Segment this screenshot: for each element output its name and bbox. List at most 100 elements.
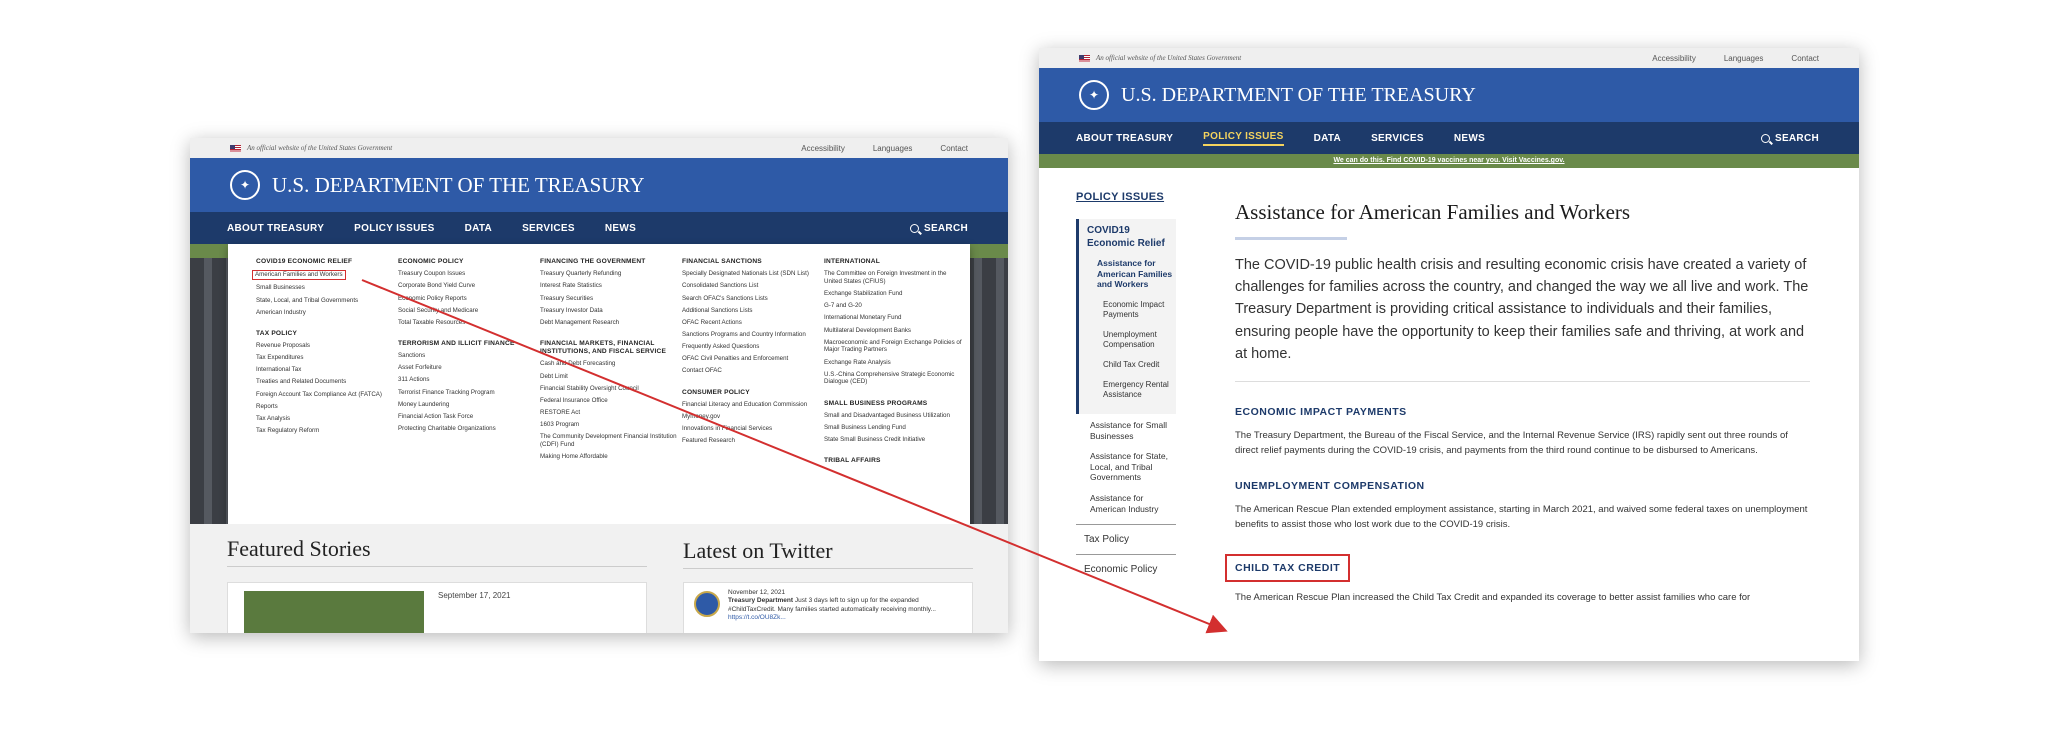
mega-menu-link[interactable]: Small Businesses bbox=[256, 284, 305, 291]
sidebar-item-economic-policy[interactable]: Economic Policy bbox=[1076, 554, 1176, 584]
sidebar-subitem-unemployment[interactable]: Unemployment Compensation bbox=[1103, 330, 1176, 350]
mega-menu-section-title[interactable]: TERRORISM AND ILLICIT FINANCE bbox=[398, 340, 540, 348]
mega-menu-section-title[interactable]: COVID19 ECONOMIC RELIEF bbox=[256, 258, 398, 266]
mega-menu-link[interactable]: Search OFAC's Sanctions Lists bbox=[682, 295, 768, 302]
mega-menu-link[interactable]: Federal Insurance Office bbox=[540, 397, 608, 404]
nav-news[interactable]: NEWS bbox=[1454, 133, 1485, 144]
mega-menu-link-american-families-highlighted[interactable]: American Families and Workers bbox=[252, 270, 346, 280]
mega-menu-link[interactable]: State, Local, and Tribal Governments bbox=[256, 297, 358, 304]
contact-link[interactable]: Contact bbox=[940, 144, 968, 153]
mega-menu-link[interactable]: Additional Sanctions Lists bbox=[682, 307, 753, 314]
treasury-seal-icon[interactable]: ✦ bbox=[230, 170, 260, 200]
mega-menu-link[interactable]: Protecting Charitable Organizations bbox=[398, 425, 496, 432]
mega-menu-link[interactable]: Treaties and Related Documents bbox=[256, 378, 346, 385]
vaccine-banner-link[interactable]: We can do this. Find COVID-19 vaccines n… bbox=[1039, 154, 1859, 168]
mega-menu-section-title[interactable]: INTERNATIONAL bbox=[824, 258, 966, 266]
mega-menu-link[interactable]: Terrorist Finance Tracking Program bbox=[398, 389, 495, 396]
mega-menu-link[interactable]: 311 Actions bbox=[398, 376, 430, 383]
nav-about-treasury[interactable]: ABOUT TREASURY bbox=[1076, 133, 1173, 144]
mega-menu-link[interactable]: Debt Limit bbox=[540, 373, 568, 380]
tweet-card[interactable]: November 12, 2021 Treasury Department Ju… bbox=[683, 582, 973, 633]
mega-menu-link[interactable]: International Monetary Fund bbox=[824, 314, 901, 321]
sidebar-subitem-rental-assistance[interactable]: Emergency Rental Assistance bbox=[1103, 380, 1176, 400]
mega-menu-link[interactable]: Macroeconomic and Foreign Exchange Polic… bbox=[824, 339, 962, 354]
nav-policy-issues[interactable]: POLICY ISSUES bbox=[354, 223, 434, 234]
mega-menu-link[interactable]: Sanctions Programs and Country Informati… bbox=[682, 331, 806, 338]
sidebar-item-tax-policy[interactable]: Tax Policy bbox=[1076, 524, 1176, 554]
mega-menu-link[interactable]: Small and Disadvantaged Business Utiliza… bbox=[824, 412, 950, 419]
search-button[interactable]: SEARCH bbox=[909, 223, 968, 234]
languages-link[interactable]: Languages bbox=[1724, 54, 1764, 63]
mega-menu-link[interactable]: Cash and Debt Forecasting bbox=[540, 360, 615, 367]
site-title[interactable]: U.S. DEPARTMENT OF THE TREASURY bbox=[1121, 84, 1476, 107]
mega-menu-link[interactable]: G-7 and G-20 bbox=[824, 302, 862, 309]
mega-menu-section-title[interactable]: FINANCING THE GOVERNMENT bbox=[540, 258, 682, 266]
mega-menu-link[interactable]: OFAC Recent Actions bbox=[682, 319, 742, 326]
nav-news[interactable]: NEWS bbox=[605, 223, 636, 234]
mega-menu-link[interactable]: Featured Research bbox=[682, 437, 735, 444]
sidebar-item-current-page[interactable]: Assistance for American Families and Wor… bbox=[1097, 258, 1176, 290]
mega-menu-link[interactable]: Foreign Account Tax Compliance Act (FATC… bbox=[256, 391, 382, 398]
mega-menu-link[interactable]: Revenue Proposals bbox=[256, 342, 310, 349]
featured-story-card[interactable]: September 17, 2021 bbox=[227, 582, 647, 633]
mega-menu-section-title[interactable]: TRIBAL AFFAIRS bbox=[824, 457, 966, 465]
mega-menu-link[interactable]: Making Home Affordable bbox=[540, 453, 608, 460]
mega-menu-link[interactable]: American Industry bbox=[256, 309, 306, 316]
sidebar-item-covid19-relief[interactable]: COVID19 Economic Relief bbox=[1087, 225, 1176, 250]
mega-menu-link[interactable]: Financial Stability Oversight Council bbox=[540, 385, 639, 392]
mega-menu-section-title[interactable]: TAX POLICY bbox=[256, 330, 398, 338]
sidebar-subitem-economic-impact[interactable]: Economic Impact Payments bbox=[1103, 300, 1176, 320]
mega-menu-link[interactable]: Treasury Securities bbox=[540, 295, 593, 302]
mega-menu-section-title[interactable]: FINANCIAL SANCTIONS bbox=[682, 258, 824, 266]
mega-menu-link[interactable]: Reports bbox=[256, 403, 278, 410]
mega-menu-link[interactable]: The Community Development Financial Inst… bbox=[540, 433, 677, 448]
mega-menu-section-title[interactable]: FINANCIAL MARKETS, FINANCIAL INSTITUTION… bbox=[540, 340, 682, 356]
mega-menu-link[interactable]: Exchange Rate Analysis bbox=[824, 359, 891, 366]
mega-menu-link[interactable]: Financial Action Task Force bbox=[398, 413, 473, 420]
mega-menu-link[interactable]: Consolidated Sanctions List bbox=[682, 282, 758, 289]
mega-menu-link[interactable]: Small Business Lending Fund bbox=[824, 424, 906, 431]
sidebar-item-state-local-tribal[interactable]: Assistance for State, Local, and Tribal … bbox=[1076, 451, 1176, 493]
mega-menu-link[interactable]: Exchange Stabilization Fund bbox=[824, 290, 902, 297]
mega-menu-link[interactable]: Treasury Investor Data bbox=[540, 307, 603, 314]
mega-menu-link[interactable]: Tax Regulatory Reform bbox=[256, 427, 319, 434]
mega-menu-section-title[interactable]: SMALL BUSINESS PROGRAMS bbox=[824, 400, 966, 408]
mega-menu-link[interactable]: Mymoney.gov bbox=[682, 413, 720, 420]
nav-policy-issues[interactable]: POLICY ISSUES bbox=[1203, 131, 1284, 146]
mega-menu-link[interactable]: Multilateral Development Banks bbox=[824, 327, 911, 334]
mega-menu-link[interactable]: Innovations in Financial Services bbox=[682, 425, 772, 432]
mega-menu-link[interactable]: Corporate Bond Yield Curve bbox=[398, 282, 475, 289]
mega-menu-link[interactable]: Social Security and Medicare bbox=[398, 307, 478, 314]
nav-services[interactable]: SERVICES bbox=[522, 223, 575, 234]
languages-link[interactable]: Languages bbox=[873, 144, 913, 153]
mega-menu-link[interactable]: The Committee on Foreign Investment in t… bbox=[824, 270, 946, 285]
site-title[interactable]: U.S. DEPARTMENT OF THE TREASURY bbox=[272, 173, 645, 198]
mega-menu-section-title[interactable]: CONSUMER POLICY bbox=[682, 389, 824, 397]
mega-menu-link[interactable]: OFAC Civil Penalties and Enforcement bbox=[682, 355, 788, 362]
accessibility-link[interactable]: Accessibility bbox=[801, 144, 845, 153]
mega-menu-link[interactable]: Tax Expenditures bbox=[256, 354, 303, 361]
mega-menu-link[interactable]: Sanctions bbox=[398, 352, 425, 359]
mega-menu-link[interactable]: Total Taxable Resources bbox=[398, 319, 465, 326]
nav-about-treasury[interactable]: ABOUT TREASURY bbox=[227, 223, 324, 234]
mega-menu-link[interactable]: Interest Rate Statistics bbox=[540, 282, 602, 289]
mega-menu-link[interactable]: Financial Literacy and Education Commiss… bbox=[682, 401, 807, 408]
mega-menu-link[interactable]: U.S.-China Comprehensive Strategic Econo… bbox=[824, 371, 954, 386]
mega-menu-link[interactable]: Economic Policy Reports bbox=[398, 295, 467, 302]
accessibility-link[interactable]: Accessibility bbox=[1652, 54, 1696, 63]
mega-menu-link[interactable]: Contact OFAC bbox=[682, 367, 722, 374]
tweet-link[interactable]: https://t.co/OU8Zk... bbox=[728, 614, 786, 621]
sidebar-section-title[interactable]: POLICY ISSUES bbox=[1076, 191, 1176, 203]
mega-menu-link[interactable]: 1603 Program bbox=[540, 421, 579, 428]
mega-menu-link[interactable]: Specially Designated Nationals List (SDN… bbox=[682, 270, 809, 277]
nav-services[interactable]: SERVICES bbox=[1371, 133, 1424, 144]
mega-menu-link[interactable]: Money Laundering bbox=[398, 401, 449, 408]
mega-menu-link[interactable]: Treasury Quarterly Refunding bbox=[540, 270, 621, 277]
mega-menu-link[interactable]: Frequently Asked Questions bbox=[682, 343, 759, 350]
sidebar-item-american-industry[interactable]: Assistance for American Industry bbox=[1076, 493, 1176, 524]
mega-menu-link[interactable]: Treasury Coupon Issues bbox=[398, 270, 465, 277]
sidebar-item-small-businesses[interactable]: Assistance for Small Businesses bbox=[1076, 420, 1176, 451]
search-button[interactable]: SEARCH bbox=[1760, 133, 1819, 144]
mega-menu-link[interactable]: Tax Analysis bbox=[256, 415, 290, 422]
mega-menu-link[interactable]: International Tax bbox=[256, 366, 301, 373]
